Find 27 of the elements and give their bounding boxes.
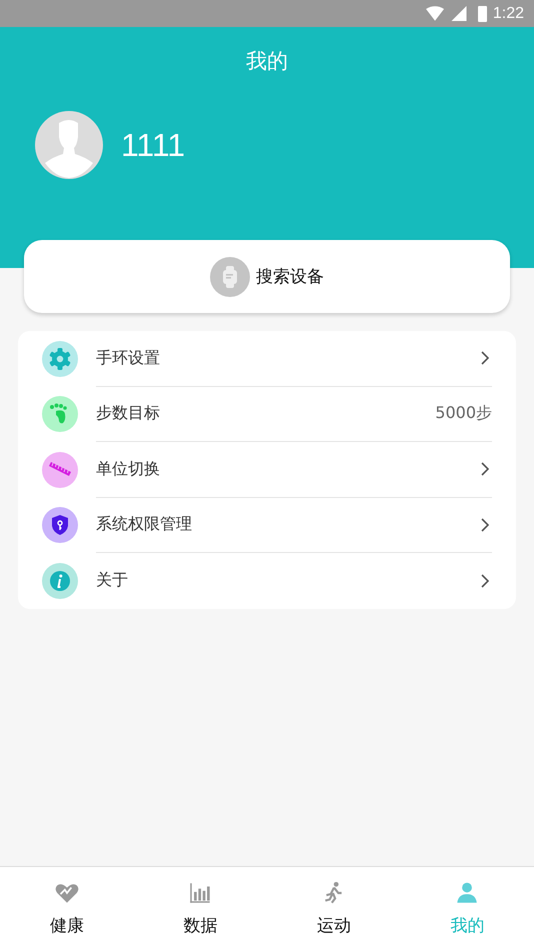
chevron-icon — [480, 350, 490, 366]
signal-icon — [450, 6, 468, 21]
menu-item[interactable]: 关于 — [42, 553, 492, 608]
menu-item[interactable]: 手环设置 — [42, 331, 492, 386]
chevron-icon — [480, 461, 490, 478]
menu-label: 单位切换 — [96, 458, 160, 480]
menu-label: 系统权限管理 — [96, 514, 192, 536]
avatar-icon[interactable] — [35, 111, 103, 179]
menu-value: 5000步 — [435, 403, 492, 424]
wifi-icon — [426, 6, 444, 21]
nav-tab[interactable]: 运动 — [267, 867, 400, 950]
menu-label: 手环设置 — [96, 348, 160, 369]
menu-label: 关于 — [96, 570, 128, 592]
menu-label: 步数目标 — [96, 403, 160, 424]
chevron-icon — [480, 516, 490, 533]
chevron-icon — [480, 572, 490, 589]
battery-icon — [478, 5, 487, 22]
page-title: 我的 — [246, 48, 288, 75]
search-device-button[interactable]: 搜索设备 — [24, 240, 510, 313]
menu-item[interactable]: 系统权限管理 — [42, 498, 492, 553]
nav-tab[interactable]: 数据 — [134, 867, 267, 950]
nav-tab[interactable]: 健康 — [0, 867, 134, 950]
user-name: 1111 — [121, 126, 186, 164]
menu-item[interactable]: 步数目标 5000步 — [42, 386, 492, 442]
menu-item[interactable]: 单位切换 — [42, 442, 492, 498]
watch-icon — [210, 256, 250, 296]
status-time: 1:22 — [492, 4, 524, 22]
